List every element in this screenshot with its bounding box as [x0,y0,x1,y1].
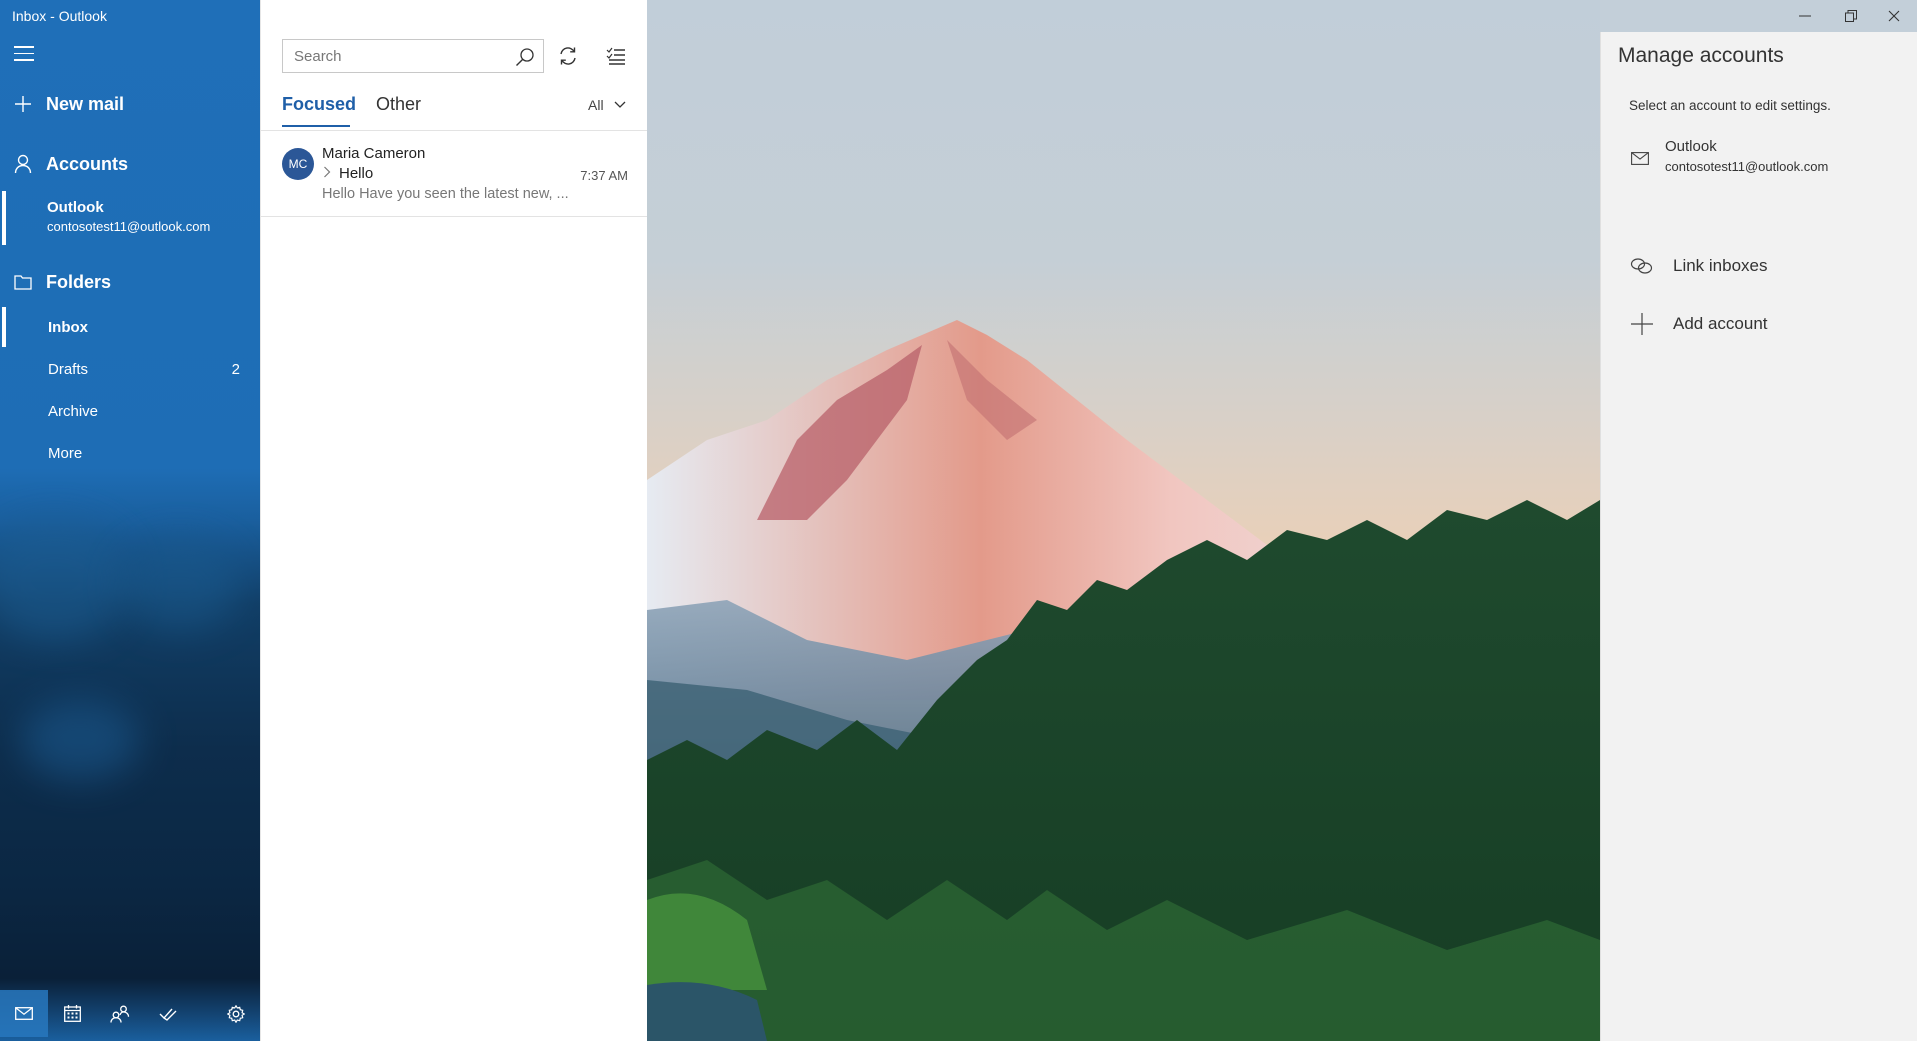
add-account-label: Add account [1673,314,1768,333]
folder-count: 2 [231,360,240,378]
avatar: MC [282,148,314,180]
hamburger-icon-line [14,59,34,61]
divider [261,216,648,217]
mail-icon [15,1007,33,1020]
account-name: Outlook [47,199,104,216]
accounts-label: Accounts [46,153,129,174]
minimize-button[interactable] [1782,0,1828,32]
restore-icon [1845,10,1857,22]
panel-title: Manage accounts [1618,44,1784,67]
folder-item-inbox[interactable]: Inbox [0,307,260,347]
new-mail-button[interactable]: New mail [0,84,260,124]
mail-icon [1631,152,1649,165]
calendar-icon [63,1005,81,1022]
close-button[interactable] [1871,0,1917,32]
nav-calendar-button[interactable] [48,990,96,1037]
hamburger-icon-line [14,52,34,54]
folder-label: Drafts [48,360,89,378]
plus-icon [1631,313,1653,335]
message-list-item[interactable]: MC Maria Cameron Hello 7:37 AM Hello Hav… [261,131,648,216]
message-preview: Hello Have you seen the latest new, ... [322,186,569,202]
search-input[interactable] [283,40,503,72]
account-email: contosotest11@outlook.com [47,219,211,234]
folder-icon [0,274,46,290]
filter-dropdown[interactable]: All [588,97,626,113]
hamburger-menu-button[interactable] [14,46,34,62]
restore-button[interactable] [1828,0,1874,32]
message-list-pane: Focused Other All MC Maria Cameron Hello… [260,0,648,1041]
folder-item-drafts[interactable]: Drafts 2 [0,349,260,389]
account-name: Outlook [1665,138,1717,155]
sidebar: Inbox - Outlook New mail Accounts Outloo… [0,0,260,1041]
sidebar-background-blur [0,520,130,640]
sync-button[interactable] [553,41,583,71]
reading-pane-background-image [647,0,1600,1041]
sidebar-background-blur [120,540,240,630]
settings-icon [227,1004,245,1023]
filter-label: All [588,97,604,113]
sync-icon [560,47,576,65]
chevron-right-icon[interactable] [323,166,331,181]
accounts-button[interactable]: Accounts [0,144,260,184]
folder-label: Archive [48,402,99,420]
folder-item-archive[interactable]: Archive [0,391,260,431]
sidebar-background-blur [20,700,140,780]
folder-label: More [48,444,83,462]
active-tab-indicator [282,125,350,127]
nav-todo-button[interactable] [144,990,192,1037]
manage-accounts-panel: Manage accounts Select an account to edi… [1600,32,1917,1041]
selection-mode-button[interactable] [601,41,631,71]
window-title: Inbox - Outlook [12,8,107,24]
person-icon [0,154,46,174]
message-subject: Hello [339,165,374,182]
checklist-icon [606,47,625,65]
nav-people-button[interactable] [96,990,144,1037]
bottom-nav [0,990,260,1037]
manage-account-outlook[interactable]: Outlook contosotest11@outlook.com [1601,136,1917,186]
close-icon [1888,10,1900,22]
people-icon [110,1005,130,1023]
nav-settings-button[interactable] [212,990,260,1037]
search-box [282,39,544,73]
folder-label: Inbox [48,318,88,336]
new-mail-label: New mail [46,93,125,114]
hamburger-icon [14,46,34,48]
nav-mail-button[interactable] [0,990,48,1037]
selection-indicator [2,191,6,245]
selection-indicator [2,307,6,347]
folders-label: Folders [46,271,112,292]
sidebar-account-outlook[interactable]: Outlook contosotest11@outlook.com [0,191,260,245]
folder-item-more[interactable]: More [0,433,260,473]
search-button[interactable] [515,47,535,67]
link-inboxes-label: Link inboxes [1673,256,1768,275]
folders-button[interactable]: Folders [0,262,260,302]
message-sender: Maria Cameron [322,145,426,162]
mountain-landscape [647,320,1600,1041]
chevron-down-icon [614,101,626,108]
message-time: 7:37 AM [580,168,628,183]
minimize-icon [1799,15,1811,17]
search-icon [516,48,534,66]
link-icon [1630,258,1653,274]
link-inboxes-button[interactable]: Link inboxes [1601,246,1917,286]
account-email: contosotest11@outlook.com [1665,159,1829,174]
tab-other[interactable]: Other [376,94,421,115]
tab-focused[interactable]: Focused [282,94,356,115]
todo-icon [159,1008,177,1021]
plus-icon [0,95,46,113]
add-account-button[interactable]: Add account [1601,304,1917,344]
panel-hint: Select an account to edit settings. [1629,98,1831,113]
